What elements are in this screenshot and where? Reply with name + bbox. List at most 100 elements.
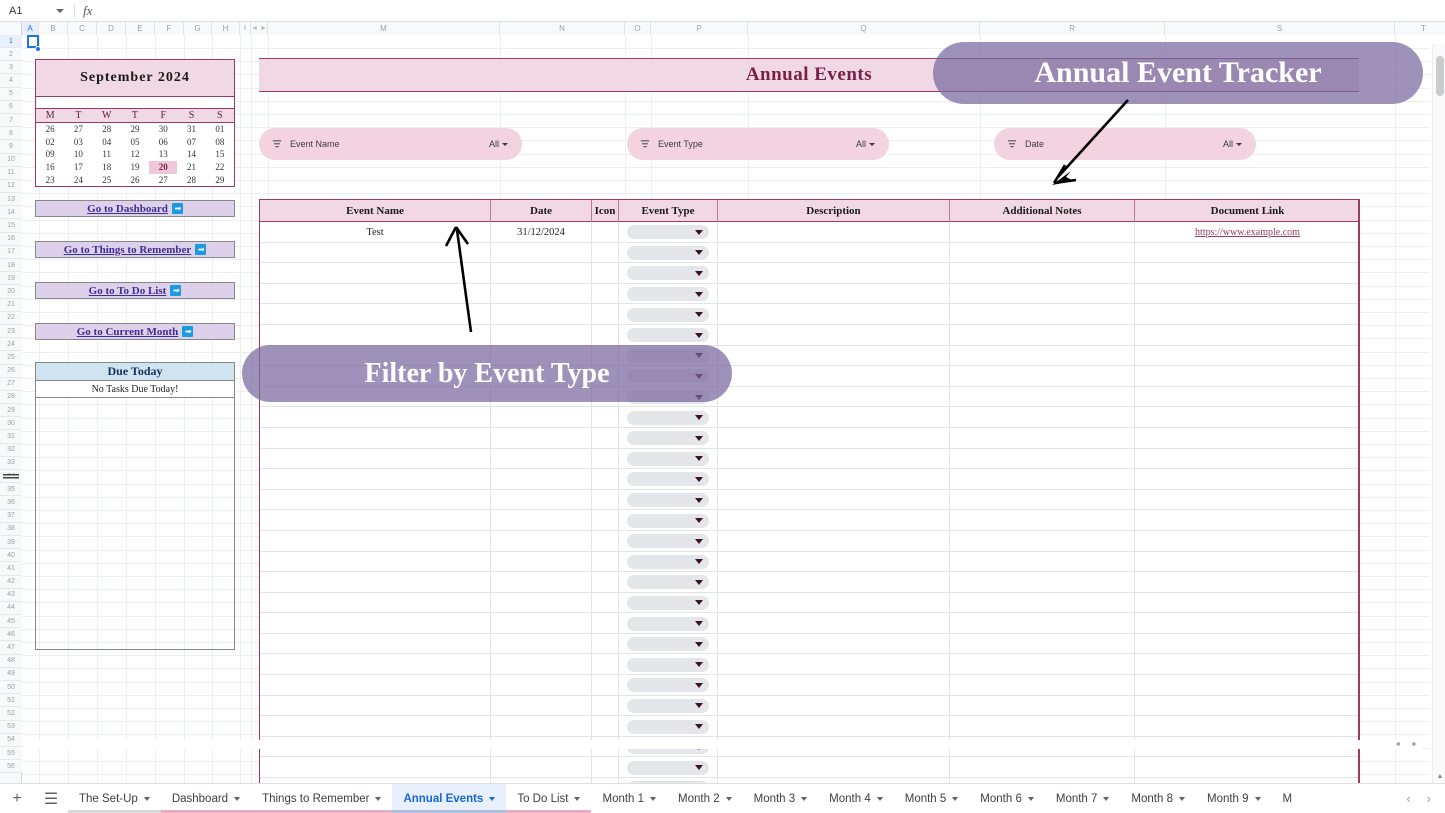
event-type-dropdown-cell[interactable] bbox=[619, 551, 718, 573]
column-header-G[interactable]: G bbox=[184, 22, 212, 35]
table-cell-additional-notes[interactable] bbox=[950, 386, 1135, 408]
sheet-tab-m[interactable]: M bbox=[1271, 784, 1304, 813]
row-header-16[interactable]: 16 bbox=[0, 232, 22, 246]
column-header-N[interactable]: N bbox=[500, 22, 625, 35]
table-cell-date[interactable] bbox=[491, 757, 592, 779]
row-header-37[interactable]: 37 bbox=[0, 509, 22, 523]
table-cell-date[interactable] bbox=[491, 613, 592, 634]
row-header-50[interactable]: 50 bbox=[0, 681, 22, 695]
nav-button-to-do-list[interactable]: Go to To Do List ➡ bbox=[35, 282, 235, 299]
column-header-M[interactable]: M bbox=[268, 22, 500, 35]
table-cell-date[interactable] bbox=[491, 304, 592, 325]
calendar-day-cell[interactable]: 02 bbox=[36, 136, 64, 149]
table-cell-description[interactable] bbox=[718, 407, 950, 428]
event-type-dropdown-cell[interactable] bbox=[619, 489, 718, 511]
row-header-7[interactable]: 7 bbox=[0, 113, 22, 128]
event-type-dropdown-cell[interactable] bbox=[619, 633, 718, 655]
table-row[interactable] bbox=[260, 633, 1360, 655]
table-cell-document-link[interactable] bbox=[1135, 572, 1360, 593]
nav-button-current-month[interactable]: Go to Current Month ➡ bbox=[35, 323, 235, 340]
calendar-day-cell[interactable]: 29 bbox=[121, 123, 149, 136]
table-cell-date[interactable] bbox=[491, 407, 592, 428]
event-type-dropdown-cell[interactable] bbox=[619, 222, 718, 243]
table-cell-date[interactable] bbox=[491, 592, 592, 614]
table-cell-date[interactable] bbox=[491, 675, 592, 696]
table-cell-description[interactable] bbox=[718, 695, 950, 717]
table-row[interactable] bbox=[260, 530, 1360, 552]
table-cell-additional-notes[interactable] bbox=[950, 366, 1135, 387]
table-row[interactable]: Test 31/12/2024 https://www.example.com bbox=[260, 222, 1358, 243]
calendar-day-cell[interactable]: 20 bbox=[149, 161, 178, 174]
table-cell-description[interactable] bbox=[718, 469, 950, 490]
sheet-tab-month-9[interactable]: Month 9 bbox=[1195, 784, 1272, 813]
table-row[interactable] bbox=[260, 324, 1358, 346]
table-cell-event-name[interactable] bbox=[260, 407, 491, 428]
table-cell-date[interactable] bbox=[491, 283, 592, 305]
event-type-dropdown[interactable] bbox=[627, 225, 709, 240]
row-header-29[interactable]: 29 bbox=[0, 404, 22, 418]
table-column-header[interactable]: Document Link bbox=[1135, 200, 1360, 222]
row-header-9[interactable]: 9 bbox=[0, 140, 22, 154]
table-cell-document-link[interactable] bbox=[1135, 531, 1360, 552]
table-row[interactable] bbox=[260, 675, 1358, 696]
table-cell-icon[interactable] bbox=[592, 530, 619, 552]
table-cell-additional-notes[interactable] bbox=[950, 263, 1135, 284]
chevron-down-icon[interactable] bbox=[574, 796, 581, 801]
nav-button-things-to-remember[interactable]: Go to Things to Remember ➡ bbox=[35, 241, 235, 258]
chevron-down-icon[interactable] bbox=[234, 796, 241, 801]
table-column-header[interactable]: Event Name bbox=[260, 200, 491, 222]
table-cell-event-name[interactable] bbox=[260, 695, 491, 717]
calendar-day-cell[interactable]: 13 bbox=[149, 148, 177, 161]
calendar-day-cell[interactable]: 03 bbox=[64, 136, 92, 149]
chevron-down-icon[interactable] bbox=[1254, 796, 1261, 801]
table-row[interactable] bbox=[260, 283, 1358, 305]
table-cell-event-name[interactable] bbox=[260, 489, 491, 511]
table-row[interactable] bbox=[260, 469, 1358, 490]
calendar-day-cell[interactable]: 22 bbox=[206, 161, 234, 174]
row-header-56[interactable]: 56 bbox=[0, 760, 22, 774]
table-cell-additional-notes[interactable] bbox=[950, 675, 1135, 696]
calendar-day-cell[interactable]: 04 bbox=[93, 136, 121, 149]
table-cell-document-link[interactable] bbox=[1135, 552, 1360, 573]
table-cell-description[interactable] bbox=[718, 263, 950, 284]
row-header-26[interactable]: 26 bbox=[0, 364, 22, 378]
slicer-event-type[interactable]: Event Type All bbox=[627, 128, 889, 160]
table-cell-document-link[interactable] bbox=[1135, 634, 1360, 655]
table-cell-description[interactable] bbox=[718, 448, 950, 470]
table-cell-event-name[interactable] bbox=[260, 592, 491, 614]
column-header-E[interactable]: E bbox=[126, 22, 155, 35]
row-header-38[interactable]: 38 bbox=[0, 522, 22, 536]
chevron-down-icon[interactable] bbox=[1103, 796, 1110, 801]
table-cell-description[interactable] bbox=[718, 386, 950, 408]
event-type-dropdown-cell[interactable] bbox=[619, 407, 718, 428]
fill-handle[interactable] bbox=[35, 46, 41, 52]
event-type-dropdown-cell[interactable] bbox=[619, 242, 718, 264]
row-header-47[interactable]: 47 bbox=[0, 641, 22, 655]
table-cell-additional-notes[interactable] bbox=[950, 222, 1135, 243]
row-header-42[interactable]: 42 bbox=[0, 575, 22, 589]
event-type-dropdown[interactable] bbox=[627, 657, 709, 672]
name-box[interactable]: A1 bbox=[0, 1, 72, 21]
table-cell-description[interactable] bbox=[718, 633, 950, 655]
event-type-dropdown-cell[interactable] bbox=[619, 530, 718, 552]
sheet-tab-month-6[interactable]: Month 6 bbox=[969, 784, 1045, 813]
event-type-dropdown-cell[interactable] bbox=[619, 716, 718, 737]
table-cell-additional-notes[interactable] bbox=[950, 242, 1135, 264]
table-cell-description[interactable] bbox=[718, 572, 950, 593]
column-header-I[interactable]: I bbox=[240, 22, 251, 35]
table-cell-description[interactable] bbox=[718, 283, 950, 305]
chevron-down-icon[interactable] bbox=[56, 8, 64, 13]
sheet-tab-to-do-list[interactable]: To Do List bbox=[506, 784, 592, 813]
row-header-28[interactable]: 28 bbox=[0, 390, 22, 405]
row-header-52[interactable]: 52 bbox=[0, 707, 22, 721]
chevron-down-icon[interactable] bbox=[725, 796, 732, 801]
calendar-day-cell[interactable]: 18 bbox=[93, 161, 121, 174]
column-header-A[interactable]: A bbox=[22, 22, 39, 35]
column-header-Q[interactable]: Q bbox=[748, 22, 980, 35]
table-cell-additional-notes[interactable] bbox=[950, 407, 1135, 428]
row-header-45[interactable]: 45 bbox=[0, 615, 22, 629]
table-cell-description[interactable] bbox=[718, 489, 950, 511]
table-cell-additional-notes[interactable] bbox=[950, 427, 1135, 449]
table-cell-additional-notes[interactable] bbox=[950, 283, 1135, 305]
sheet-tab-things-to-remember[interactable]: Things to Remember bbox=[251, 784, 393, 813]
